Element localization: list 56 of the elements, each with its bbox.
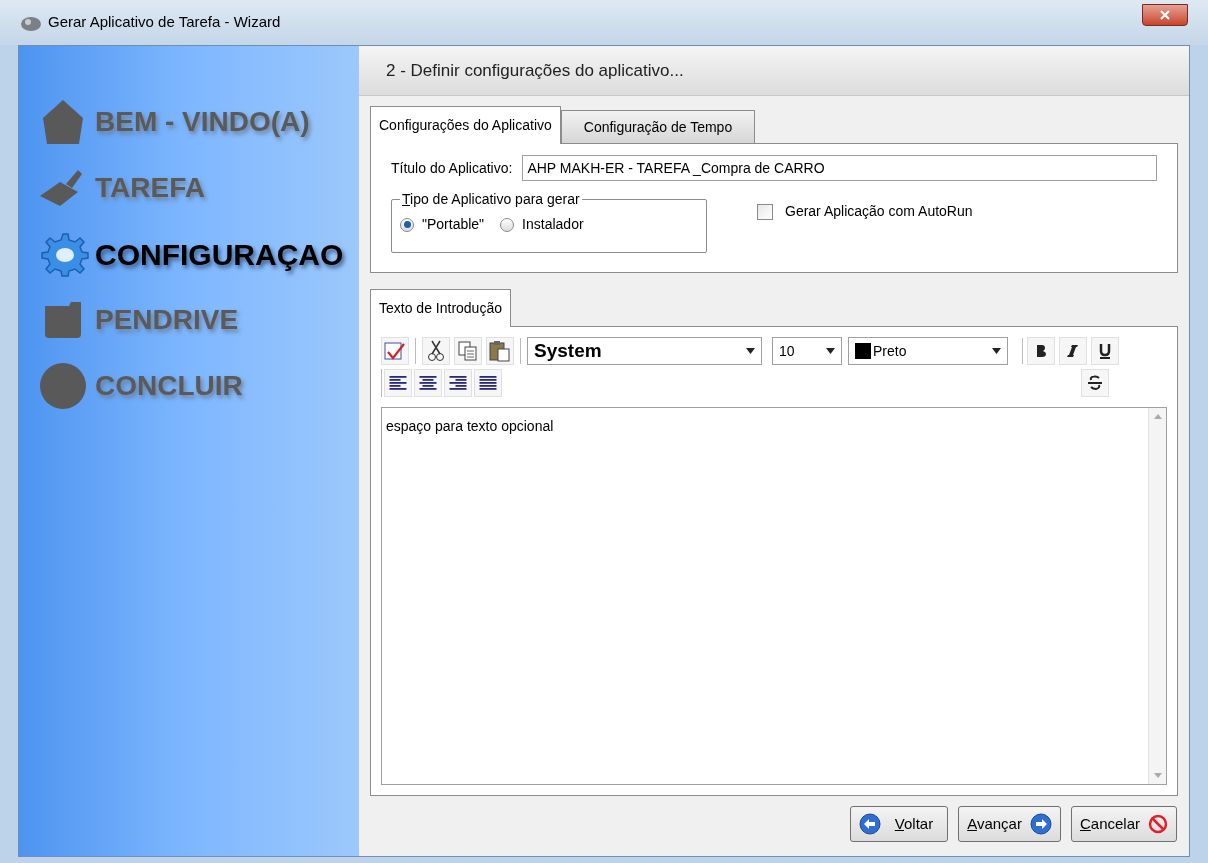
tab[interactable]: Texto de Introdução [370,289,511,327]
copy-icon [458,341,478,361]
align-icon [449,375,467,391]
scroll-down-icon [1153,773,1162,778]
text-area[interactable]: espaço para texto opcional [381,407,1167,785]
strikethrough-icon [1088,375,1102,391]
align-icon [389,375,407,391]
field-label: Título do Aplicativo: [391,158,513,178]
clipboard-icon [489,340,511,362]
spellcheck-icon [384,341,406,361]
dropdown-caret-icon [992,348,1001,354]
italic-button[interactable] [1059,337,1087,365]
align-icon [419,375,437,391]
radio-label: "Portable" [422,215,485,234]
checkbox[interactable] [757,203,773,220]
circle-icon [39,362,87,410]
align-button[interactable] [474,369,502,397]
title-input[interactable]: AHP MAKH-ER - TAREFA _Compra de CARRO [522,155,1157,181]
spellcheck-button[interactable] [381,337,409,365]
align-icon [479,375,497,391]
italic-icon [1067,344,1079,358]
radio-label: Instalador [522,215,584,234]
radio-button[interactable] [400,217,414,232]
step-heading: 2 - Definir configurações do aplicativo... [386,59,684,82]
close-icon [1159,9,1171,20]
house-icon [41,98,85,146]
group-legend: Tipo de Aplicativo para gerar [400,189,582,210]
font-dropdown[interactable]: System [527,337,762,365]
wizard-button[interactable]: Voltar [849,806,949,842]
underline-icon [1099,343,1111,359]
tab[interactable]: Configurações do Aplicativo [370,106,561,144]
step-label[interactable]: CONFIGURAÇAO [95,231,344,277]
bold-icon [1035,344,1047,358]
cut-button[interactable] [422,337,450,365]
dropdown-caret-icon [826,348,835,354]
intro-text: espaço para texto opcional [386,418,554,434]
radio-button[interactable] [500,217,515,232]
prohibited-icon [1148,814,1168,834]
wizard-button[interactable]: Avançar [958,806,1061,842]
align-button[interactable] [444,369,472,397]
paste-button[interactable] [486,337,514,365]
bold-button[interactable] [1027,337,1055,365]
dropdown-caret-icon [746,348,755,354]
scroll-up-icon [1153,414,1162,419]
color-dropdown[interactable]: Preto [848,337,1008,365]
size-dropdown[interactable]: 10 [772,337,842,365]
align-button[interactable] [414,369,442,397]
underline-button[interactable] [1091,337,1119,365]
scissors-icon [428,340,444,362]
checkbox-label: Gerar Aplicação com AutoRun [785,202,973,221]
window-title: Gerar Aplicativo de Tarefa - Wizard [48,12,281,33]
close-button[interactable] [1142,3,1188,26]
tab[interactable]: Configuração de Tempo [560,110,756,143]
wizard-button[interactable]: Cancelar [1070,806,1177,842]
align-button[interactable] [384,369,412,397]
strikethrough-button[interactable] [1081,369,1109,397]
